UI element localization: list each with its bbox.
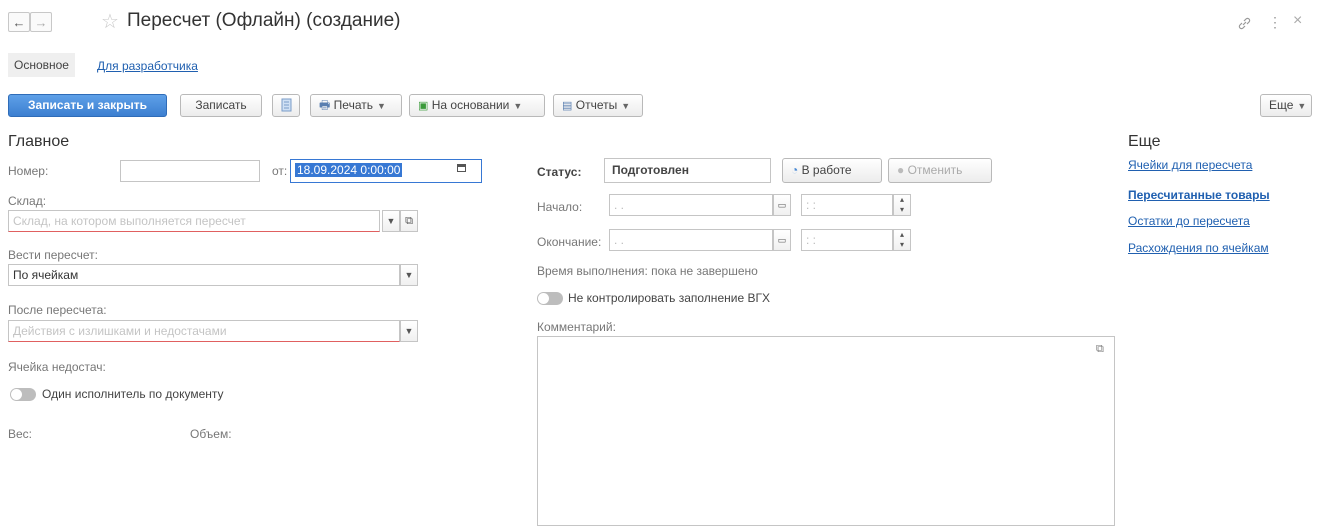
cancel-icon: ●: [897, 163, 905, 177]
reports-icon: ▤: [562, 100, 573, 112]
printer-icon: 🖶: [319, 98, 331, 112]
status-label: Статус:: [537, 165, 582, 179]
close-icon[interactable]: ×: [1293, 12, 1302, 30]
chevron-down-icon: ▼: [404, 270, 414, 280]
after-recount-label: После пересчета:: [8, 303, 107, 317]
number-label: Номер:: [8, 164, 49, 178]
warehouse-placeholder: Склад, на котором выполняется пересчет: [13, 214, 246, 228]
link-cells-for-recount[interactable]: Ячейки для пересчета: [1128, 158, 1252, 172]
based-on-label: На основании: [431, 98, 510, 112]
chevron-down-icon: ▼: [621, 101, 631, 111]
more-button[interactable]: Еще ▼: [1260, 94, 1312, 117]
tab-main[interactable]: Основное: [8, 53, 75, 77]
date-field[interactable]: 18.09.2024 0:00:00: [290, 159, 482, 183]
in-work-icon: ◔: [791, 163, 799, 177]
in-work-label: В работе: [801, 163, 852, 177]
start-time-stepper[interactable]: ▴ ▾: [893, 194, 911, 216]
more-menu-icon[interactable]: ⋮: [1268, 14, 1282, 31]
chevron-down-icon: ▼: [404, 326, 414, 336]
document-structure-button[interactable]: [272, 94, 300, 117]
after-recount-field[interactable]: Действия с излишками и недостачами: [8, 320, 400, 342]
start-calendar-button[interactable]: ▭: [773, 194, 791, 216]
save-button[interactable]: Записать: [180, 94, 262, 117]
warehouse-field[interactable]: Склад, на котором выполняется пересчет: [8, 210, 380, 232]
warehouse-label: Склад:: [8, 194, 47, 208]
forward-arrow-icon: →: [34, 15, 48, 30]
save-and-close-button[interactable]: Записать и закрыть: [8, 94, 167, 117]
number-field[interactable]: [120, 160, 260, 182]
page-title: Пересчет (Офлайн) (создание): [127, 10, 401, 31]
reports-button[interactable]: ▤ Отчеты ▼: [553, 94, 643, 117]
comment-textarea[interactable]: [537, 336, 1115, 526]
link-recounted-goods[interactable]: Пересчитанные товары: [1128, 188, 1270, 202]
reports-label: Отчеты: [575, 98, 618, 112]
chevron-down-icon: ▼: [376, 101, 386, 111]
expand-icon[interactable]: ⧉: [1096, 343, 1104, 356]
print-button[interactable]: 🖶 Печать ▼: [310, 94, 402, 117]
cancel-button[interactable]: ● Отменить: [888, 158, 992, 183]
document-icon: [281, 98, 292, 112]
link-cell-discrepancies[interactable]: Расхождения по ячейкам: [1128, 241, 1269, 255]
back-arrow-icon: ←: [12, 15, 26, 30]
based-on-button[interactable]: ▣ На основании ▼: [409, 94, 545, 117]
section-title-main: Главное: [8, 133, 70, 150]
shortage-cell-label: Ячейка недостач:: [8, 360, 106, 374]
cancel-label: Отменить: [907, 163, 963, 177]
date-from-label: от:: [272, 164, 288, 178]
vgh-label: Не контролировать заполнение ВГХ: [568, 291, 770, 305]
chevron-down-icon: ▼: [1297, 101, 1307, 111]
start-date-field[interactable]: . .: [609, 194, 773, 216]
print-label: Печать: [333, 98, 373, 112]
after-recount-placeholder: Действия с излишками и недостачами: [13, 324, 227, 338]
after-recount-dropdown-button[interactable]: ▼: [400, 320, 418, 342]
single-executor-toggle[interactable]: [10, 388, 36, 401]
end-date-field[interactable]: . .: [609, 229, 773, 251]
recount-dropdown-button[interactable]: ▼: [400, 264, 418, 286]
start-label: Начало:: [537, 200, 583, 214]
chevron-down-icon: ▼: [513, 101, 523, 111]
recount-label: Вести пересчет:: [8, 248, 98, 262]
more-panel-title: Еще: [1128, 133, 1161, 150]
warehouse-open-button[interactable]: ⧉: [400, 210, 418, 232]
forward-button[interactable]: →: [30, 12, 52, 32]
start-time-field[interactable]: : :: [801, 194, 893, 216]
based-on-icon: ▣: [418, 100, 429, 112]
stepper-icon: ▴ ▾: [899, 195, 904, 214]
calendar-icon[interactable]: [457, 164, 466, 172]
end-time-field[interactable]: : :: [801, 229, 893, 251]
warehouse-dropdown-button[interactable]: ▼: [382, 210, 400, 232]
weight-label: Вес:: [8, 427, 33, 441]
end-time-stepper[interactable]: ▴ ▾: [893, 229, 911, 251]
link-stock-before-recount[interactable]: Остатки до пересчета: [1128, 214, 1250, 228]
single-executor-label: Один исполнитель по документу: [42, 387, 224, 401]
stepper-icon: ▴ ▾: [899, 230, 904, 249]
calendar-icon: ▭: [777, 200, 787, 210]
execution-time-label: Время выполнения: пока не завершено: [537, 264, 758, 278]
status-value: Подготовлен: [604, 158, 771, 183]
recount-field[interactable]: По ячейкам: [8, 264, 400, 286]
volume-label: Объем:: [190, 427, 232, 441]
tab-developer[interactable]: Для разработчика: [97, 59, 198, 73]
date-value: 18.09.2024 0:00:00: [295, 163, 403, 177]
link-icon[interactable]: [1237, 16, 1252, 31]
open-icon: ⧉: [405, 215, 413, 227]
comment-label: Комментарий:: [537, 320, 616, 334]
chevron-down-icon: ▼: [386, 216, 396, 226]
end-label: Окончание:: [537, 235, 602, 249]
in-work-button[interactable]: ◔ В работе: [782, 158, 882, 183]
end-calendar-button[interactable]: ▭: [773, 229, 791, 251]
back-button[interactable]: ←: [8, 12, 30, 32]
favorite-star-icon[interactable]: ☆: [101, 9, 119, 34]
vgh-toggle[interactable]: [537, 292, 563, 305]
more-label: Еще: [1269, 98, 1294, 112]
calendar-icon: ▭: [777, 235, 787, 245]
